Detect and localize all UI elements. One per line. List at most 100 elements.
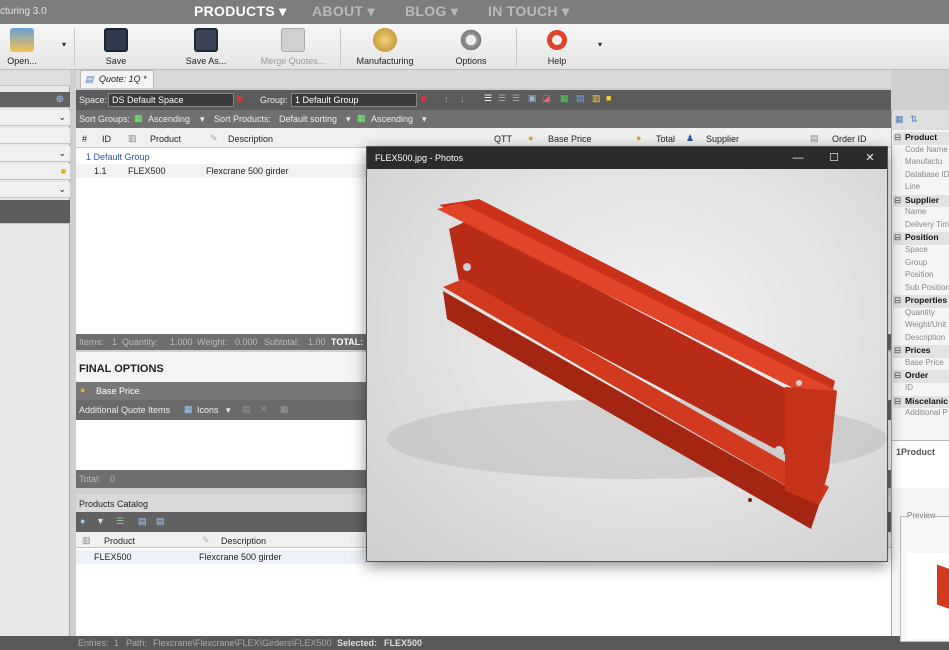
- nav-blog[interactable]: BLOG ▾: [405, 3, 458, 20]
- close-button[interactable]: ✕: [853, 147, 887, 169]
- property-row[interactable]: Space: [893, 245, 949, 258]
- open-dropdown-arrow-icon[interactable]: ▾: [62, 40, 66, 49]
- outdent-icon[interactable]: ☰: [512, 93, 520, 104]
- property-category[interactable]: Position: [893, 232, 949, 245]
- col-base-price[interactable]: Base Price: [548, 134, 592, 144]
- property-row[interactable]: Position: [893, 270, 949, 283]
- property-row[interactable]: Weight/Unit: [893, 320, 949, 333]
- left-row[interactable]: ■: [0, 164, 70, 180]
- property-row[interactable]: ID: [893, 383, 949, 396]
- filter-icon[interactable]: ▼: [96, 516, 105, 526]
- property-row[interactable]: Manufactu: [893, 157, 949, 170]
- export-icon[interactable]: ▤: [576, 93, 585, 104]
- folder-open-icon[interactable]: ■: [606, 93, 611, 103]
- col-product[interactable]: Product: [150, 134, 181, 144]
- property-row[interactable]: Code Name: [893, 145, 949, 158]
- nav-products[interactable]: PRODUCTS ▾: [194, 3, 286, 20]
- maximize-button[interactable]: ☐: [817, 147, 851, 169]
- nav-about[interactable]: ABOUT ▾: [312, 3, 375, 20]
- search-icon[interactable]: ●: [80, 516, 85, 526]
- weight-label: Weight:: [197, 337, 228, 347]
- property-row[interactable]: Database ID: [893, 170, 949, 183]
- property-category[interactable]: Prices: [893, 345, 949, 358]
- help-button[interactable]: Help: [534, 26, 580, 68]
- property-category[interactable]: Miscelanic: [893, 395, 949, 409]
- catalog-add-icon[interactable]: ▤: [156, 516, 165, 527]
- groups-order-select[interactable]: Ascending: [148, 114, 190, 124]
- chevron-down-icon[interactable]: ▾: [422, 114, 427, 125]
- options-button[interactable]: Options: [448, 26, 494, 68]
- products-sort-select[interactable]: Default sorting: [279, 114, 337, 124]
- catalog-col-product[interactable]: Product: [104, 536, 135, 546]
- list-icon[interactable]: ☰: [116, 516, 124, 527]
- grid-icon[interactable]: ▦: [280, 404, 289, 415]
- col-total[interactable]: Total: [656, 134, 675, 144]
- copy-icon[interactable]: ▣: [528, 93, 537, 104]
- col-description[interactable]: Description: [228, 134, 273, 144]
- products-order-select[interactable]: Ascending: [371, 114, 413, 124]
- property-category[interactable]: Order: [893, 370, 949, 383]
- property-row[interactable]: Sub Position: [893, 283, 949, 296]
- minimize-button[interactable]: —: [781, 147, 815, 169]
- property-row[interactable]: Name: [893, 207, 949, 220]
- indent-icon[interactable]: ☰: [498, 93, 506, 104]
- catalog-col-description[interactable]: Description: [221, 536, 266, 546]
- property-row[interactable]: Delivery Tim: [893, 220, 949, 233]
- save-as-button[interactable]: Save As...: [176, 26, 236, 68]
- categorized-icon[interactable]: ▦: [895, 114, 904, 125]
- property-row[interactable]: Additional P: [893, 408, 949, 421]
- add-item-icon[interactable]: ▤: [242, 404, 251, 415]
- clear-group-icon[interactable]: ✖: [420, 94, 428, 105]
- left-dropdown[interactable]: ⌄: [0, 182, 70, 198]
- property-category[interactable]: Properties: [893, 295, 949, 308]
- alphabetical-icon[interactable]: ⇅: [910, 114, 918, 125]
- property-category[interactable]: Supplier: [893, 194, 949, 208]
- space-select[interactable]: DS Default Space: [108, 93, 234, 107]
- col-qtt[interactable]: QTT: [494, 134, 512, 144]
- tab-quote[interactable]: ▤ Quote: 1Q *: [80, 70, 154, 88]
- property-row[interactable]: Description: [893, 333, 949, 346]
- delete-item-icon[interactable]: ✕: [260, 404, 268, 415]
- grid-icon[interactable]: ▦: [560, 93, 569, 104]
- col-hash[interactable]: #: [82, 134, 87, 144]
- nav-in-touch[interactable]: IN TOUCH ▾: [488, 3, 569, 20]
- sort-bar: Sort Groups: ▦ Ascending ▾ Sort Products…: [76, 110, 891, 128]
- open-button[interactable]: Open...: [2, 26, 42, 68]
- left-row[interactable]: [0, 128, 70, 144]
- list-view-icon[interactable]: ☰: [484, 93, 492, 104]
- manufacturing-button[interactable]: Manufacturing: [350, 26, 420, 68]
- property-row[interactable]: Quantity: [893, 308, 949, 321]
- pencil-icon: ✎: [202, 535, 210, 545]
- property-category[interactable]: Product: [893, 132, 949, 145]
- list-item[interactable]: FLEX500 Flexcrane 500 girder: [76, 550, 366, 564]
- left-dropdown[interactable]: ⌄: [0, 146, 70, 162]
- group-select[interactable]: 1 Default Group: [291, 93, 417, 107]
- note-icon[interactable]: ▥: [592, 93, 601, 104]
- chevron-down-icon[interactable]: ▾: [200, 114, 205, 125]
- quantity-label: Quantity:: [122, 337, 159, 347]
- col-id[interactable]: ID: [102, 134, 111, 144]
- col-order-id[interactable]: Order ID: [832, 134, 867, 144]
- view-mode-select[interactable]: Icons: [197, 405, 219, 415]
- chevron-down-icon: ⌄: [58, 184, 66, 194]
- property-row[interactable]: Line: [893, 182, 949, 195]
- group-row[interactable]: 1 Default Group: [86, 152, 150, 162]
- chevron-down-icon[interactable]: ▾: [226, 405, 231, 416]
- help-dropdown-arrow-icon[interactable]: ▾: [598, 40, 602, 49]
- chevron-down-icon[interactable]: ▾: [346, 114, 351, 125]
- move-up-icon[interactable]: ↑: [444, 94, 449, 104]
- save-button[interactable]: Save: [92, 26, 140, 68]
- catalog-view-icon[interactable]: ▤: [138, 516, 147, 527]
- entries-value: 1: [114, 638, 120, 648]
- left-dropdown[interactable]: ⌄: [0, 110, 70, 126]
- table-row[interactable]: 1.1 FLEX500 Flexcrane 500 girder: [76, 164, 366, 178]
- move-down-icon[interactable]: ↓: [460, 94, 465, 104]
- property-row[interactable]: Base Price: [893, 358, 949, 371]
- clear-space-icon[interactable]: ✖: [236, 94, 244, 105]
- base-price-option[interactable]: ● Base Price: [76, 382, 366, 400]
- property-row[interactable]: Group: [893, 258, 949, 271]
- globe-icon[interactable]: ⊕: [56, 94, 64, 105]
- col-supplier[interactable]: Supplier: [706, 134, 739, 144]
- merge-quotes-button[interactable]: Merge Quotes...: [256, 26, 330, 68]
- erase-icon[interactable]: ◪: [542, 93, 551, 104]
